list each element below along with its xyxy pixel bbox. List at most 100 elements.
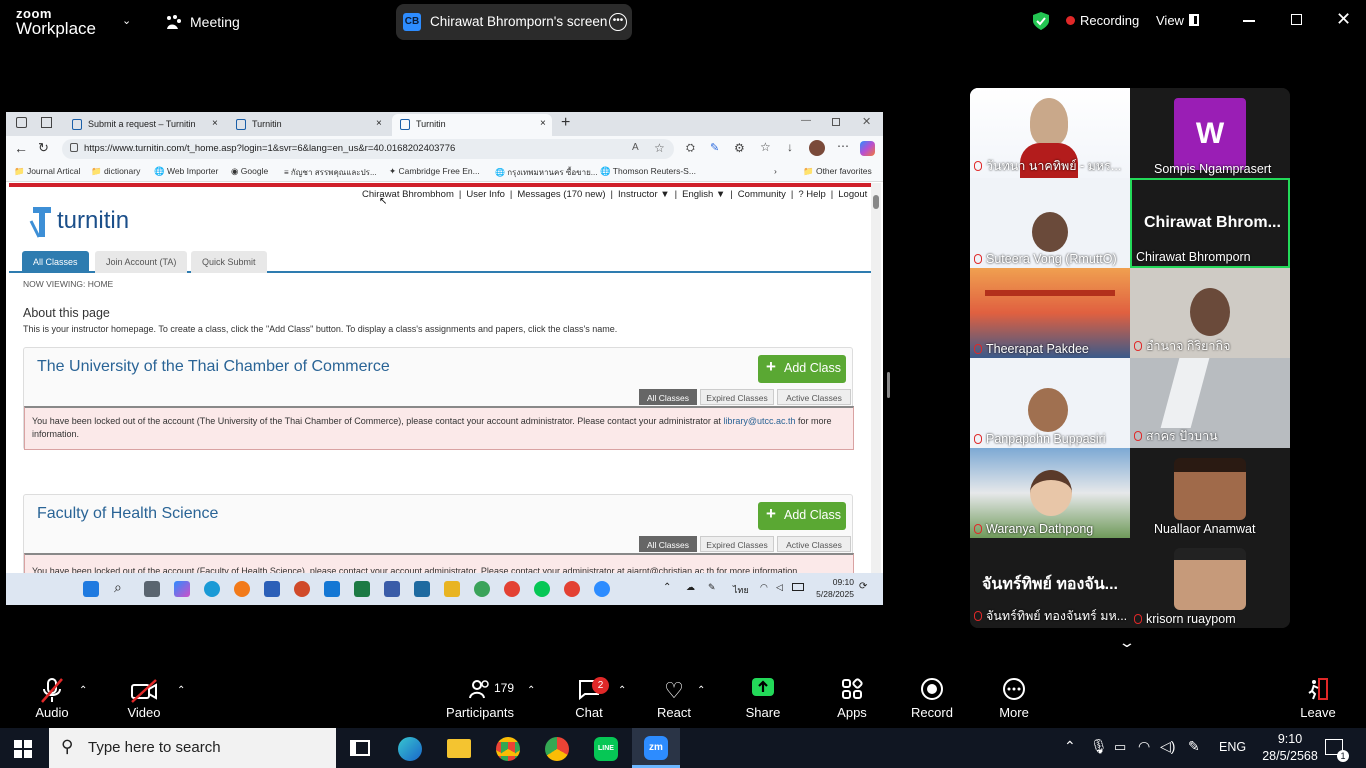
participant-tile[interactable]: Suteera Vong (RmuttO)	[970, 178, 1130, 268]
pen-icon[interactable]: ✎	[710, 141, 719, 154]
read-aloud-icon[interactable]: A	[632, 142, 639, 153]
class-title[interactable]: Faculty of Health Science	[37, 505, 218, 523]
puzzle-icon[interactable]: ⚙	[734, 141, 745, 155]
filter-expired-classes[interactable]: Expired Classes	[700, 536, 774, 552]
participant-tile[interactable]: อำนาจ กิริยากิจ	[1130, 268, 1290, 358]
more-button[interactable]: More	[990, 677, 1038, 720]
filter-active-classes[interactable]: Active Classes	[777, 536, 851, 552]
chrome-profile-icon[interactable]	[545, 737, 569, 761]
line-icon[interactable]	[534, 581, 550, 597]
clock-time[interactable]: 9:10	[1262, 732, 1318, 746]
participant-tile[interactable]: สาคร ปัวบาน	[1130, 358, 1290, 448]
bookmark-item[interactable]: 🌐 กรุงเทพมหานคร ซื้อขาย...	[495, 166, 597, 179]
view-button[interactable]: View	[1156, 13, 1184, 28]
admin-email-link[interactable]: library@utcc.ac.th	[723, 416, 795, 426]
app-icon[interactable]	[474, 581, 490, 597]
extension-icon[interactable]: ⛭	[686, 142, 695, 155]
chevron-up-icon[interactable]: ⌃	[663, 582, 671, 593]
file-explorer-icon[interactable]	[444, 581, 460, 597]
tab-quick-submit[interactable]: Quick Submit	[191, 251, 267, 273]
close-icon[interactable]: ✕	[1336, 9, 1351, 30]
windows-start-icon[interactable]	[14, 740, 32, 763]
bookmark-item[interactable]: 📁 dictionary	[91, 166, 140, 177]
minimize-icon[interactable]	[1243, 20, 1255, 22]
turnitin-logo[interactable]: turnitin	[29, 203, 179, 243]
close-icon[interactable]: ×	[540, 118, 546, 129]
record-button[interactable]: Record	[908, 677, 956, 720]
chevron-up-icon[interactable]: ⌃	[697, 685, 705, 696]
chevron-up-icon[interactable]: ⌃	[177, 685, 185, 696]
filter-expired-classes[interactable]: Expired Classes	[700, 389, 774, 405]
share-button[interactable]: Share	[739, 677, 787, 720]
more-options-icon[interactable]: •••	[609, 13, 627, 31]
view-grid-icon[interactable]	[1189, 14, 1199, 26]
add-class-button[interactable]: + Add Class	[758, 355, 846, 383]
copilot-icon[interactable]	[860, 141, 875, 156]
back-icon[interactable]: ←	[14, 140, 28, 156]
participant-tile[interactable]: W Sompis Ngamprasert	[1130, 88, 1290, 178]
excel-icon[interactable]	[354, 581, 370, 597]
restore-icon[interactable]	[1291, 14, 1302, 25]
apps-button[interactable]: Apps	[828, 677, 876, 720]
favorite-star-icon[interactable]: ☆	[654, 141, 665, 155]
language-indicator[interactable]: ไทย	[733, 583, 749, 597]
bookmark-item[interactable]: 🌐 Web Importer	[154, 166, 218, 177]
network-icon[interactable]: ◠	[1138, 738, 1150, 755]
task-view-icon[interactable]	[144, 581, 160, 597]
bookmark-item[interactable]: ≡ กัญชา สรรพคุณและปร...	[284, 166, 377, 179]
meeting-label[interactable]: Meeting	[190, 14, 240, 30]
participant-tile[interactable]: Waranya Dathpong	[970, 448, 1130, 538]
close-icon[interactable]: ×	[376, 118, 382, 129]
participant-tile-active-speaker[interactable]: Chirawat Bhrom... Chirawat Bhromporn	[1130, 178, 1290, 268]
url-input[interactable]: https://www.turnitin.com/t_home.asp?logi…	[62, 139, 674, 159]
download-icon[interactable]: ↓	[787, 140, 793, 154]
taskbar-search-input[interactable]: ⚲ Type here to search	[49, 728, 336, 768]
class-title[interactable]: The University of the Thai Chamber of Co…	[37, 358, 390, 376]
filter-all-classes[interactable]: All Classes	[639, 536, 697, 552]
refresh-icon[interactable]: ↻	[38, 140, 49, 156]
edge-icon[interactable]	[204, 581, 220, 597]
scrollbar-thumb[interactable]	[873, 195, 879, 209]
minimize-icon[interactable]: —	[801, 115, 811, 126]
video-button[interactable]: Video	[120, 677, 168, 720]
volume-icon[interactable]: ◁)	[1160, 738, 1175, 755]
chevron-down-icon[interactable]: ⌄	[1118, 634, 1136, 651]
nav-community[interactable]: Community	[733, 189, 791, 200]
participant-tile[interactable]: krisorn ruaypom	[1130, 538, 1290, 628]
close-icon[interactable]: ✕	[862, 115, 871, 128]
bookmark-item[interactable]: 📁 Other favorites	[803, 166, 872, 177]
tab-join-account[interactable]: Join Account (TA)	[95, 251, 188, 273]
browser-tab[interactable]: Turnitin ×	[228, 114, 388, 136]
participant-tile[interactable]: Theerapat Pakdee	[970, 268, 1130, 358]
nav-logout[interactable]: Logout	[833, 189, 871, 200]
chevron-up-icon[interactable]: ⌃	[527, 685, 535, 696]
audio-button[interactable]: Audio	[28, 677, 76, 720]
app-icon[interactable]	[384, 581, 400, 597]
bookmark-item[interactable]: 📁 Journal Artical	[14, 166, 80, 177]
windows-start-icon[interactable]	[83, 581, 99, 597]
powerpoint-icon[interactable]	[294, 581, 310, 597]
chevron-up-icon[interactable]: ⌃	[79, 685, 87, 696]
browser-tab[interactable]: Submit a request – Turnitin ×	[64, 114, 224, 136]
nav-user-info[interactable]: User Info	[461, 189, 510, 200]
pen-icon[interactable]: ✎	[1188, 738, 1200, 755]
nav-help[interactable]: ? Help	[793, 189, 830, 200]
bookmark-item[interactable]: ◉ Google	[231, 166, 268, 177]
nav-messages[interactable]: Messages (170 new)	[512, 189, 610, 200]
participant-tile[interactable]: Nuallaor Anamwat	[1130, 448, 1290, 538]
bookmark-item[interactable]: 🌐 Thomson Reuters-S...	[600, 166, 696, 177]
nav-user-name[interactable]: Chirawat Bhrombhom	[357, 189, 459, 200]
filter-all-classes[interactable]: All Classes	[639, 389, 697, 405]
chrome-icon[interactable]	[504, 581, 520, 597]
battery-icon[interactable]: ▭	[1114, 739, 1126, 755]
browser-tab-active[interactable]: Turnitin ×	[392, 114, 552, 136]
workspaces-icon[interactable]	[16, 117, 27, 128]
nav-language-dropdown[interactable]: English ▼	[677, 189, 730, 200]
filter-active-classes[interactable]: Active Classes	[777, 389, 851, 405]
new-tab-icon[interactable]: +	[561, 114, 570, 132]
tab-actions-icon[interactable]	[41, 117, 52, 128]
close-icon[interactable]: ×	[212, 118, 218, 129]
participant-tile[interactable]: วันทนา นาคทิพย์ - มหร...	[970, 88, 1130, 178]
chrome-icon[interactable]	[496, 737, 520, 761]
page-scrollbar[interactable]	[871, 183, 881, 573]
